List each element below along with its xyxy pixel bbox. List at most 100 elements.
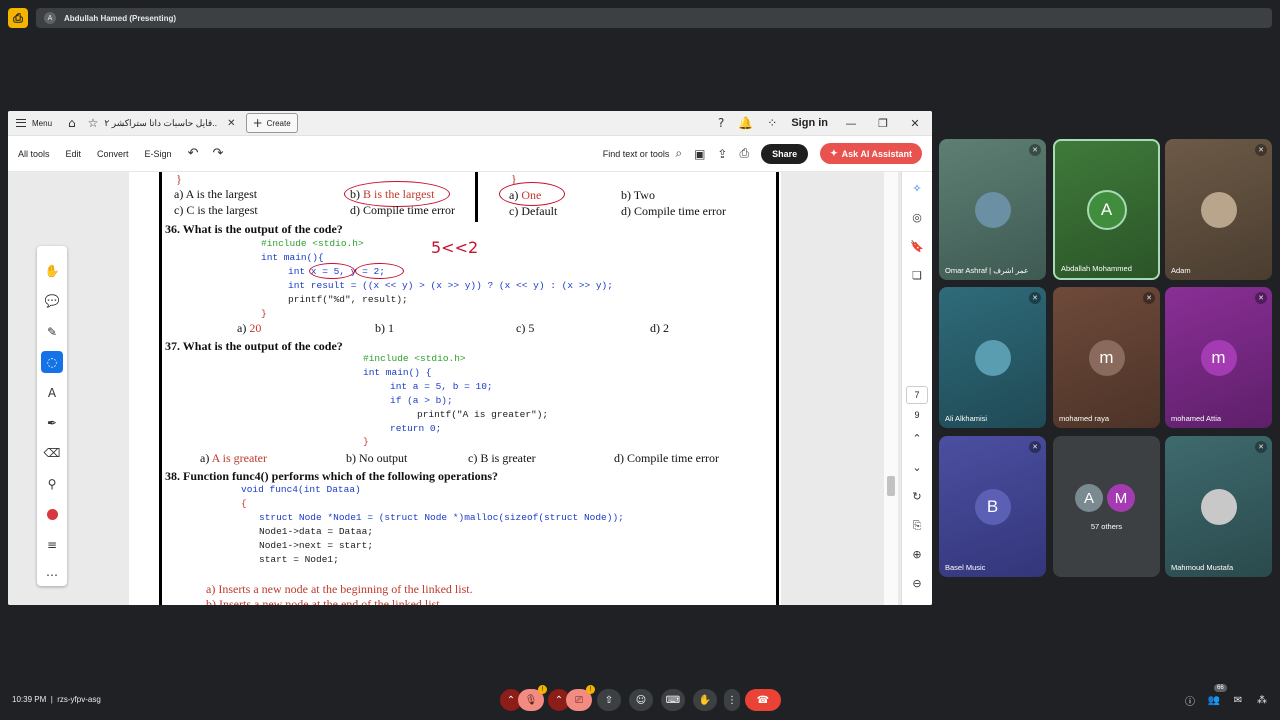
q37-option-b: b) No output — [346, 451, 408, 465]
lasso-draw-icon[interactable]: ◌ — [41, 351, 63, 373]
page-fit-icon[interactable]: ⎘ — [908, 518, 926, 534]
more-icon[interactable]: ⋯ — [41, 565, 63, 586]
emoji-button[interactable]: ☺ — [629, 689, 653, 711]
pdf-titlebar: Menu ⌂ ☆ فايل حاسبات داتا ستراكشر ٢.. ✕ … — [8, 111, 932, 136]
code-line: #include <stdio.h> — [363, 353, 466, 364]
tool-convert[interactable]: Convert — [97, 149, 129, 159]
star-icon[interactable]: ☆ — [88, 116, 99, 130]
zoom-in-icon[interactable]: ⊕ — [908, 547, 926, 563]
menu-button[interactable]: Menu — [16, 119, 52, 128]
restore-icon[interactable]: ❐ — [874, 117, 892, 130]
apps-grid-icon[interactable]: ⁘ — [767, 116, 777, 130]
presenter-avatar: A — [44, 12, 56, 24]
line-weight-icon[interactable]: ≡ — [41, 534, 63, 555]
chevron-down-icon[interactable]: ⌄ — [908, 459, 926, 475]
participant-tile[interactable]: m ✕ mohamed raya — [1053, 287, 1160, 428]
document-tab[interactable]: ☆ فايل حاسبات داتا ستراكشر ٢.. ✕ — [88, 116, 236, 130]
participant-tile[interactable]: ✕ Omar Ashraf | عمر اشرف — [939, 139, 1046, 280]
bookmarks-icon[interactable]: 🔖 — [908, 238, 926, 254]
present-button[interactable]: ⇧ — [597, 689, 621, 711]
sign-icon[interactable]: ✒ — [41, 412, 63, 433]
find-text-button[interactable]: Find text or tools ⌕ — [603, 146, 682, 161]
ask-ai-button[interactable]: ✦ Ask AI Assistant — [820, 143, 922, 164]
captions-button[interactable]: ⌨ — [661, 689, 685, 711]
more-options-button[interactable]: ⋮ — [724, 689, 740, 711]
code-line: int main(){ — [261, 252, 324, 263]
camera-off-button[interactable]: ⎚! — [566, 685, 595, 711]
participant-name: mohamed Attia — [1171, 414, 1222, 423]
answer-circle — [499, 182, 565, 206]
info-icon[interactable]: ⓘ — [1183, 693, 1197, 708]
raise-hand-button[interactable]: ✋ — [693, 689, 717, 711]
others-tile[interactable]: A M 57 others — [1053, 436, 1160, 577]
code-line: if (a > b); — [390, 395, 453, 406]
chevron-up-icon[interactable]: ⌃ — [908, 430, 926, 446]
mic-off-button[interactable]: 🎙! — [518, 685, 547, 711]
participant-tile[interactable]: ✕ Mahmoud Mustafa — [1165, 436, 1272, 577]
people-icon[interactable]: 👥 — [1207, 693, 1221, 707]
q36-option-b: b) 1 — [375, 321, 394, 335]
text-box-icon[interactable]: A — [41, 382, 63, 403]
activities-icon[interactable]: ⁂ — [1255, 693, 1269, 707]
leave-call-button[interactable]: ☎ — [745, 689, 781, 711]
scroll-thumb[interactable] — [887, 476, 895, 496]
participant-tile[interactable]: B ✕ Basel Music — [939, 436, 1046, 577]
presentation-icon[interactable]: ⎙ — [8, 8, 28, 28]
highlight-pen-icon[interactable]: ✎ — [41, 321, 63, 342]
others-count: 57 others — [1090, 522, 1123, 531]
undo-icon[interactable]: ↶ — [188, 146, 199, 161]
hand-tool-icon[interactable]: ✋ — [41, 260, 63, 281]
eraser-icon[interactable]: ⌫ — [41, 443, 63, 464]
minimize-icon[interactable]: — — [842, 117, 860, 130]
zoom-out-icon[interactable]: ⊖ — [908, 576, 926, 592]
bell-icon[interactable]: 🔔 — [738, 116, 753, 130]
sign-in-button[interactable]: Sign in — [791, 117, 828, 129]
mic-off-icon: ✕ — [1029, 144, 1041, 156]
avatar: B — [974, 488, 1011, 525]
redo-icon[interactable]: ↷ — [212, 146, 223, 161]
participant-tile[interactable]: ✕ Adam — [1165, 139, 1272, 280]
create-button[interactable]: + Create — [245, 113, 298, 133]
save-icon[interactable]: ▣ — [694, 147, 705, 161]
close-window-icon[interactable]: ✕ — [906, 117, 924, 130]
chat-icon[interactable]: ✉ — [1231, 693, 1245, 707]
meeting-code: rzs-yfpv-asg — [57, 695, 101, 704]
share-button[interactable]: Share — [761, 143, 809, 164]
menu-label: Menu — [32, 118, 53, 128]
pages-icon[interactable]: ❏ — [908, 267, 926, 283]
comment-icon[interactable]: 💬 — [41, 290, 63, 311]
avatar: m — [1200, 339, 1237, 376]
avatar: m — [1088, 339, 1125, 376]
code-line: int a = 5, b = 10; — [390, 381, 493, 392]
tool-all-tools[interactable]: All tools — [18, 149, 50, 159]
tool-edit[interactable]: Edit — [66, 149, 82, 159]
color-picker-icon[interactable] — [41, 504, 63, 525]
print-icon[interactable]: ⎙ — [739, 146, 749, 161]
home-icon[interactable]: ⌂ — [68, 116, 76, 130]
page-number-input[interactable]: 7 — [906, 386, 928, 405]
column-divider — [475, 172, 478, 222]
tool-esign[interactable]: E-Sign — [145, 149, 172, 159]
avatar: M — [1107, 484, 1135, 512]
close-tab-icon[interactable]: ✕ — [227, 118, 235, 129]
vertical-scrollbar[interactable] — [884, 172, 898, 605]
code-line: start = Node1; — [259, 554, 339, 565]
color-dot — [46, 508, 58, 520]
ai-summary-icon[interactable]: ✧ — [908, 180, 926, 196]
participant-name: Abdallah Mohammed — [1061, 264, 1132, 273]
question-37: 37. What is the output of the code? — [165, 339, 343, 353]
code-line: void func4(int Dataa) — [241, 484, 361, 495]
participant-tile-speaking[interactable]: A Abdallah Mohammed — [1053, 139, 1160, 280]
upload-icon[interactable]: ⇪ — [717, 147, 727, 161]
participant-tile[interactable]: m ✕ mohamed Attia — [1165, 287, 1272, 428]
code-line: Node1->data = Dataa; — [259, 526, 374, 537]
participant-tile[interactable]: ✕ Ali Alkhamisi — [939, 287, 1046, 428]
comments-panel-icon[interactable]: ◎ — [908, 209, 926, 225]
code-brace: } — [176, 172, 182, 186]
refresh-icon[interactable]: ↻ — [908, 488, 926, 504]
code-line: return 0; — [390, 423, 442, 434]
pin-icon[interactable]: ⚲ — [41, 473, 63, 494]
help-icon[interactable]: ? — [718, 116, 724, 130]
pdf-page: } a) A is the largest b) B is the larges… — [129, 172, 781, 605]
document-viewport[interactable]: } a) A is the largest b) B is the larges… — [8, 172, 932, 605]
